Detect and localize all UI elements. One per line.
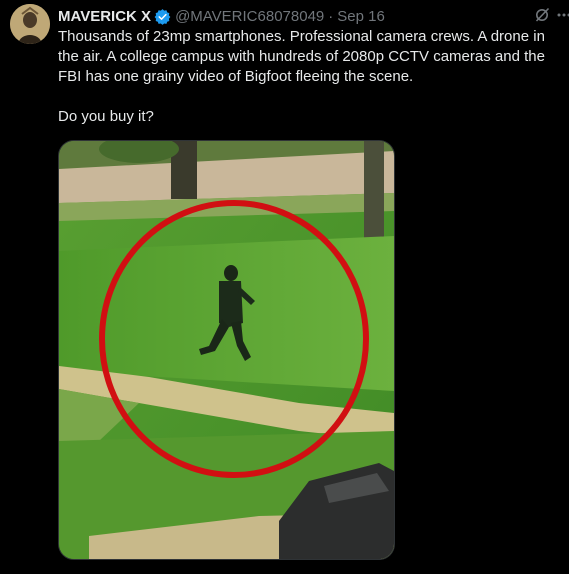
more-options-icon[interactable]	[557, 13, 569, 17]
tweet-header: MAVERICK X @MAVERIC68078049 · Sep 16	[58, 6, 385, 26]
tweet-card[interactable]: MAVERICK X @MAVERIC68078049 · Sep 16 Tho…	[0, 0, 569, 574]
tweet-media[interactable]	[58, 140, 395, 560]
tweet-text: Thousands of 23mp smartphones. Professio…	[58, 27, 564, 127]
header-separator: ·	[328, 7, 334, 25]
tweet-date[interactable]: Sep 16	[337, 8, 385, 25]
author-avatar[interactable]	[10, 4, 50, 44]
tweet-text-paragraph: Do you buy it?	[58, 108, 154, 125]
grok-icon[interactable]	[534, 7, 550, 23]
verified-badge-icon	[154, 8, 171, 25]
avatar-image	[10, 4, 50, 44]
tweet-text-paragraph: Thousands of 23mp smartphones. Professio…	[58, 28, 545, 85]
author-name[interactable]: MAVERICK X	[58, 8, 151, 25]
author-handle[interactable]: @MAVERIC68078049	[175, 8, 324, 25]
media-video-still	[59, 141, 394, 559]
